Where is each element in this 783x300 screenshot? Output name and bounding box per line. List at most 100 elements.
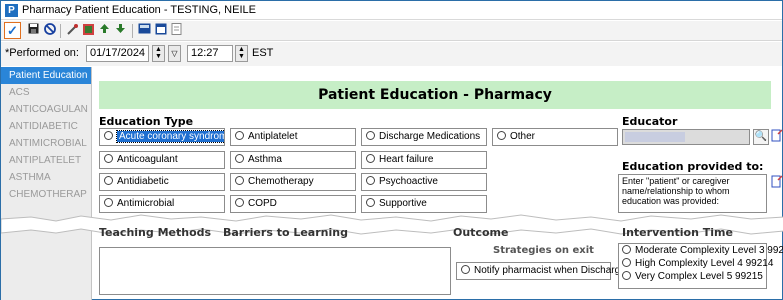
option-psychoactive[interactable]: Psychoactive bbox=[361, 173, 487, 191]
search-icon[interactable]: 🔍 bbox=[753, 129, 769, 145]
toolbar-separator bbox=[60, 24, 61, 38]
radio-icon bbox=[104, 154, 113, 163]
option-acute-coronary-syndrome[interactable]: Acute coronary syndrome bbox=[99, 128, 225, 146]
flowsheet-icon[interactable] bbox=[81, 23, 96, 38]
option-chemotherapy[interactable]: Chemotherapy bbox=[230, 173, 356, 191]
sidebar-item-asthma[interactable]: ASTHMA bbox=[1, 169, 91, 186]
spin-down-icon[interactable]: ▼ bbox=[153, 53, 164, 60]
radio-icon bbox=[461, 265, 470, 274]
outcome-title: Outcome bbox=[453, 226, 509, 239]
spin-up-icon[interactable]: ▲ bbox=[153, 46, 164, 53]
education-provided-title: Education provided to: bbox=[622, 160, 764, 173]
intervention-time-title: Intervention Time bbox=[622, 226, 733, 239]
option-discharge-medications[interactable]: Discharge Medications bbox=[361, 128, 487, 146]
time-spinner[interactable]: ▲ ▼ bbox=[235, 45, 248, 62]
calendar-icon[interactable] bbox=[153, 23, 168, 38]
radio-icon bbox=[366, 154, 375, 163]
radio-icon bbox=[622, 258, 631, 267]
option-label: Anticoagulant bbox=[117, 154, 178, 165]
radio-icon bbox=[622, 271, 631, 280]
calculator-icon[interactable] bbox=[137, 23, 152, 38]
chevron-down-icon: ▽ bbox=[171, 49, 178, 58]
teaching-barriers-textarea[interactable] bbox=[99, 247, 451, 295]
option-label: Heart failure bbox=[379, 154, 434, 165]
sidebar-item-antimicrobial[interactable]: ANTIMICROBIAL bbox=[1, 135, 91, 152]
cancel-icon[interactable] bbox=[42, 23, 57, 38]
title-bar: P Pharmacy Patient Education - TESTING, … bbox=[1, 1, 782, 20]
option-label: Discharge Medications bbox=[379, 131, 481, 142]
educator-title: Educator bbox=[622, 115, 678, 128]
radio-icon bbox=[235, 154, 244, 163]
sidebar-item-chemotherapy[interactable]: CHEMOTHERAP bbox=[1, 186, 91, 203]
option-heart-failure[interactable]: Heart failure bbox=[361, 151, 487, 169]
performed-on-label: *Performed on: bbox=[5, 47, 79, 59]
toolbar: ✓ bbox=[1, 21, 782, 41]
education-type-title: Education Type bbox=[99, 115, 194, 128]
option-antidiabetic[interactable]: Antidiabetic bbox=[99, 173, 225, 191]
educator-field[interactable] bbox=[622, 129, 750, 145]
option-label: Notify pharmacist when Discharged bbox=[474, 265, 632, 276]
timezone-label: EST bbox=[252, 47, 274, 59]
option-asthma[interactable]: Asthma bbox=[230, 151, 356, 169]
option-anticoagulant[interactable]: Anticoagulant bbox=[99, 151, 225, 169]
option-label: Antidiabetic bbox=[117, 176, 169, 187]
barriers-to-learning-title: Barriers to Learning bbox=[223, 226, 348, 239]
sidebar-item-patient-education[interactable]: Patient Education bbox=[1, 67, 91, 84]
toolbar-separator bbox=[132, 24, 133, 38]
radio-icon bbox=[366, 131, 375, 140]
form-header: Patient Education - Pharmacy bbox=[99, 81, 771, 109]
option-label: Chemotherapy bbox=[248, 176, 314, 187]
intervention-option-high[interactable]: High Complexity Level 4 99214 bbox=[622, 257, 773, 270]
tools-icon[interactable] bbox=[65, 23, 80, 38]
performed-time-field[interactable]: 12:27 bbox=[187, 45, 233, 62]
pharmacy-app-icon: P bbox=[5, 4, 18, 17]
intervention-option-moderate[interactable]: Moderate Complexity Level 3 99213 bbox=[622, 244, 783, 257]
option-label: Psychoactive bbox=[379, 176, 438, 187]
option-label: Acute coronary syndrome bbox=[116, 130, 224, 143]
option-label: Moderate Complexity Level 3 99213 bbox=[635, 245, 783, 256]
educator-value-redacted bbox=[625, 132, 685, 142]
save-icon[interactable] bbox=[26, 23, 41, 38]
radio-icon bbox=[104, 198, 113, 207]
date-spinner[interactable]: ▲ ▼ bbox=[152, 45, 165, 62]
add-note-icon[interactable] bbox=[770, 129, 783, 143]
strategies-label: Strategies on exit bbox=[493, 245, 594, 256]
sidebar-item-antiplatelet[interactable]: ANTIPLATELET bbox=[1, 152, 91, 169]
radio-icon bbox=[235, 131, 244, 140]
radio-icon bbox=[235, 176, 244, 185]
option-label: Other bbox=[510, 131, 536, 142]
performed-on-row: *Performed on: 01/17/2024 ▲ ▼ ▽ 12:27 ▲ … bbox=[1, 42, 782, 66]
option-label: Very Complex Level 5 99215 bbox=[635, 271, 763, 282]
sidebar-item-anticoagulant[interactable]: ANTICOAGULAN bbox=[1, 101, 91, 118]
section-sidebar: Patient Education ACS ANTICOAGULAN ANTID… bbox=[1, 67, 92, 300]
radio-icon bbox=[104, 131, 113, 140]
performed-date-field[interactable]: 01/17/2024 bbox=[86, 45, 149, 62]
radio-icon bbox=[366, 176, 375, 185]
option-label: High Complexity Level 4 99214 bbox=[635, 258, 774, 269]
spin-down-icon[interactable]: ▼ bbox=[236, 53, 247, 60]
option-label: Antiplatelet bbox=[248, 131, 298, 142]
add-note-icon[interactable] bbox=[770, 175, 783, 189]
radio-icon bbox=[104, 176, 113, 185]
option-antiplatelet[interactable]: Antiplatelet bbox=[230, 128, 356, 146]
check-icon[interactable]: ✓ bbox=[4, 22, 21, 39]
sidebar-item-antidiabetic[interactable]: ANTIDIABETIC bbox=[1, 118, 91, 135]
radio-icon bbox=[235, 198, 244, 207]
intervention-option-very-complex[interactable]: Very Complex Level 5 99215 bbox=[622, 270, 766, 283]
radio-icon bbox=[366, 198, 375, 207]
radio-icon bbox=[497, 131, 506, 140]
document-icon[interactable] bbox=[169, 23, 184, 38]
app-window: P Pharmacy Patient Education - TESTING, … bbox=[0, 0, 783, 300]
option-label: Asthma bbox=[248, 154, 282, 165]
window-title: Pharmacy Patient Education - TESTING, NE… bbox=[22, 4, 256, 16]
option-other[interactable]: Other bbox=[492, 128, 618, 146]
radio-icon bbox=[622, 245, 631, 254]
intervention-time-list: Moderate Complexity Level 3 99213 High C… bbox=[618, 243, 783, 289]
up-arrow-icon[interactable] bbox=[97, 23, 112, 38]
down-arrow-icon[interactable] bbox=[113, 23, 128, 38]
teaching-methods-title: Teaching Methods bbox=[99, 226, 212, 239]
notify-pharmacist-option[interactable]: Notify pharmacist when Discharged bbox=[456, 262, 631, 280]
date-dropdown-button[interactable]: ▽ bbox=[168, 45, 181, 62]
spin-up-icon[interactable]: ▲ bbox=[236, 46, 247, 53]
sidebar-item-acs[interactable]: ACS bbox=[1, 84, 91, 101]
